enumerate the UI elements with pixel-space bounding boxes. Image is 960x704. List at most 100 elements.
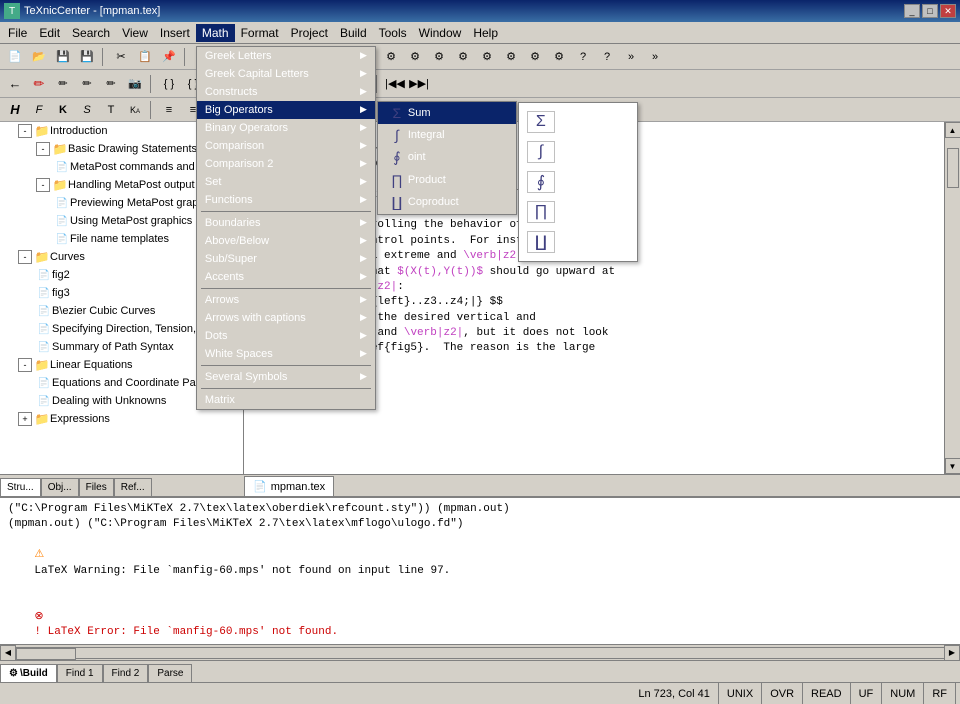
expand-introduction[interactable]: - <box>18 124 32 138</box>
build-btn12[interactable]: » <box>644 46 666 68</box>
menu-window[interactable]: Window <box>413 24 468 42</box>
menu-set[interactable]: Set▶ <box>197 173 375 191</box>
tb2-btn17[interactable]: ▶▶| <box>408 73 430 95</box>
tb2-btn6[interactable]: 📷 <box>124 73 146 95</box>
expand-linear[interactable]: - <box>18 358 32 372</box>
tb2-btn4[interactable]: ✏ <box>76 73 98 95</box>
menu-comparison2[interactable]: Comparison 2▶ <box>197 155 375 173</box>
sidebar-tab-files[interactable]: Files <box>79 478 114 496</box>
hscroll-track[interactable] <box>16 647 944 659</box>
build-btn11[interactable]: » <box>620 46 642 68</box>
cut-button[interactable]: ✂ <box>110 46 132 68</box>
menu-boundaries[interactable]: Boundaries▶ <box>197 214 375 232</box>
expand-expressions[interactable]: + <box>18 412 32 426</box>
menu-greek-capital[interactable]: Greek Capital Letters▶ <box>197 65 375 83</box>
build-btn4[interactable]: ⚙ <box>452 46 474 68</box>
sc-button[interactable]: Ka <box>124 99 146 121</box>
tb2-btn16[interactable]: |◀◀ <box>384 73 406 95</box>
editor-scrollbar[interactable]: ▲ ▼ <box>944 122 960 474</box>
build-btn5[interactable]: ⚙ <box>476 46 498 68</box>
menu-tools[interactable]: Tools <box>373 24 413 42</box>
tb2-btn2[interactable]: ✏ <box>28 73 50 95</box>
build-btn9[interactable]: ? <box>572 46 594 68</box>
tb2-btn3[interactable]: ✏ <box>52 73 74 95</box>
hscroll-thumb[interactable] <box>16 648 76 660</box>
menu-comparison[interactable]: Comparison▶ <box>197 137 375 155</box>
menu-arrows[interactable]: Arrows▶ <box>197 291 375 309</box>
bold-button[interactable]: H <box>4 99 26 121</box>
menu-binary-operators[interactable]: Binary Operators▶ <box>197 119 375 137</box>
menu-functions[interactable]: Functions▶ <box>197 191 375 209</box>
tt-button[interactable]: T <box>100 99 122 121</box>
menu-product[interactable]: ∏Product <box>378 169 516 191</box>
scroll-down-button[interactable]: ▼ <box>945 458 960 474</box>
menu-insert[interactable]: Insert <box>154 24 196 42</box>
save-button[interactable]: 💾 <box>52 46 74 68</box>
menu-sub-super[interactable]: Sub/Super▶ <box>197 250 375 268</box>
sum-item-product[interactable]: ∏ Product <box>519 197 637 227</box>
tb2-btn7[interactable]: { } <box>158 73 180 95</box>
menu-format[interactable]: Format <box>235 24 285 42</box>
output-hscroll[interactable]: ◀ ▶ <box>0 644 960 660</box>
expand-curves[interactable]: - <box>18 250 32 264</box>
italic-button[interactable]: F <box>28 99 50 121</box>
hscroll-right[interactable]: ▶ <box>944 645 960 661</box>
align-left[interactable]: ≡ <box>158 99 180 121</box>
build-btn7[interactable]: ⚙ <box>524 46 546 68</box>
editor-tab-mpman[interactable]: 📄 mpman.tex <box>244 476 334 496</box>
bottom-tab-find2[interactable]: Find 2 <box>103 664 149 682</box>
scroll-thumb[interactable] <box>947 148 959 188</box>
menu-coproduct[interactable]: ∐Coproduct <box>378 191 516 214</box>
build-btn6[interactable]: ⚙ <box>500 46 522 68</box>
sidebar-tab-refs[interactable]: Ref... <box>114 478 152 496</box>
tree-expressions[interactable]: + 📁 Expressions <box>0 410 243 428</box>
expand-basic-drawing[interactable]: - <box>36 142 50 156</box>
menu-view[interactable]: View <box>116 24 154 42</box>
menu-edit[interactable]: Edit <box>33 24 66 42</box>
menu-sum[interactable]: Σ Sum Σ Sum ∫ Integral <box>378 102 516 124</box>
new-button[interactable]: 📄 <box>4 46 26 68</box>
slant-button[interactable]: S <box>76 99 98 121</box>
menu-white-spaces[interactable]: White Spaces▶ <box>197 345 375 363</box>
copy-button[interactable]: 📋 <box>134 46 156 68</box>
menu-file[interactable]: File <box>2 24 33 42</box>
minimize-button[interactable]: _ <box>904 4 920 18</box>
menu-matrix[interactable]: Matrix <box>197 391 375 409</box>
build-btn1[interactable]: ⚙ <box>380 46 402 68</box>
expand-handling[interactable]: - <box>36 178 50 192</box>
build-btn2[interactable]: ⚙ <box>404 46 426 68</box>
menu-build[interactable]: Build <box>334 24 373 42</box>
menu-constructs[interactable]: Constructs▶ <box>197 83 375 101</box>
menu-accents[interactable]: Accents▶ <box>197 268 375 286</box>
bottom-tab-build[interactable]: ⚙ \Build <box>0 664 57 682</box>
maximize-button[interactable]: □ <box>922 4 938 18</box>
menu-big-operators[interactable]: Big Operators▶ Σ Sum Σ Sum <box>197 101 375 119</box>
menu-search[interactable]: Search <box>66 24 116 42</box>
tb2-btn5[interactable]: ✏ <box>100 73 122 95</box>
menu-math[interactable]: Math Greek Letters▶ Greek Capital Letter… <box>196 24 235 42</box>
menu-greek-letters[interactable]: Greek Letters▶ <box>197 47 375 65</box>
sidebar-tab-objects[interactable]: Obj... <box>41 478 79 496</box>
build-btn3[interactable]: ⚙ <box>428 46 450 68</box>
sum-item-coproduct[interactable]: ∐ Coproduct <box>519 227 637 257</box>
menu-above-below[interactable]: Above/Below▶ <box>197 232 375 250</box>
menu-integral[interactable]: ∫Integral <box>378 124 516 146</box>
menu-arrows-captions[interactable]: Arrows with captions▶ <box>197 309 375 327</box>
build-btn8[interactable]: ⚙ <box>548 46 570 68</box>
menu-project[interactable]: Project <box>285 24 334 42</box>
hscroll-left[interactable]: ◀ <box>0 645 16 661</box>
open-button[interactable]: 📂 <box>28 46 50 68</box>
close-button[interactable]: ✕ <box>940 4 956 18</box>
bottom-tab-find1[interactable]: Find 1 <box>57 664 103 682</box>
paste-button[interactable]: 📌 <box>158 46 180 68</box>
sum-item-integral[interactable]: ∫ Integral <box>519 137 637 167</box>
bold-label[interactable]: K <box>52 99 74 121</box>
sidebar-tab-structure[interactable]: Stru... <box>0 478 41 496</box>
sum-item-sum[interactable]: Σ Sum <box>519 107 637 137</box>
scroll-track[interactable] <box>946 138 960 458</box>
menu-several-symbols[interactable]: Several Symbols▶ <box>197 368 375 386</box>
sum-item-oint[interactable]: ∮ oint <box>519 167 637 197</box>
build-btn10[interactable]: ? <box>596 46 618 68</box>
bottom-tab-parse[interactable]: Parse <box>148 664 192 682</box>
menu-oint[interactable]: ∮oint <box>378 146 516 169</box>
